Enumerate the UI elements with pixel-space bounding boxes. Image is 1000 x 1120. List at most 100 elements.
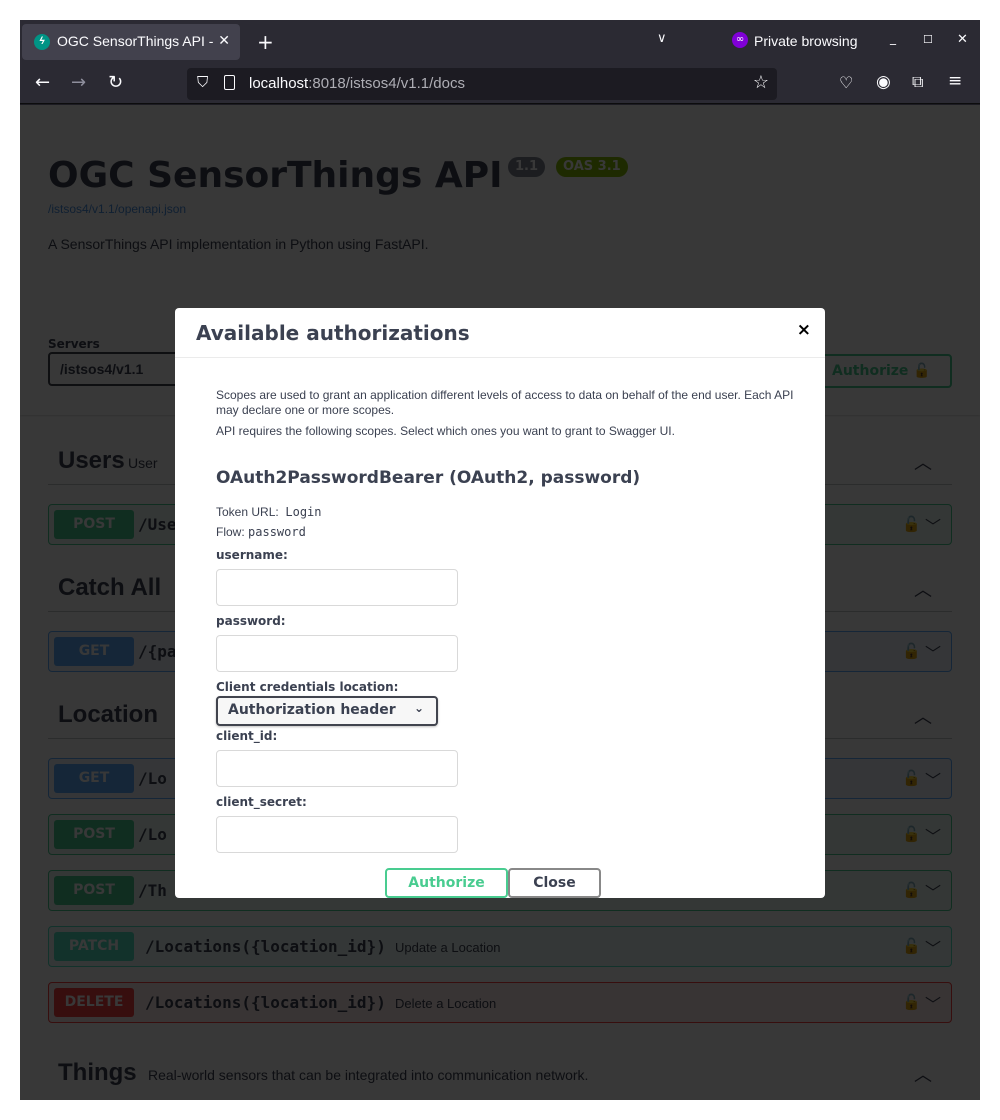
pocket-icon[interactable]: ♡ <box>839 73 853 92</box>
section-title: Catch All <box>58 574 162 601</box>
client-secret-label: client_secret: <box>216 795 307 809</box>
operation-summary: Delete a Location <box>395 996 497 1011</box>
method-badge: DELETE <box>54 988 134 1017</box>
operation-path: /Lo <box>138 825 167 844</box>
url-bar[interactable]: ⛉ localhost:8018/istsos4/v1.1/docs ☆ <box>187 68 777 100</box>
chevron-up-icon[interactable]: ︿ <box>914 1061 932 1087</box>
operation-path: /{pa <box>138 642 177 661</box>
operation-row[interactable]: PATCH/Locations({location_id}) Update a L… <box>48 926 952 967</box>
private-browsing-icon: ∞ <box>732 32 748 48</box>
flow-label: Flow: <box>216 525 245 539</box>
section-desc: Real-world sensors that can be integrate… <box>148 1067 589 1083</box>
close-window-icon[interactable]: ✕ <box>957 32 968 47</box>
lock-icon[interactable]: 🔓 <box>902 769 921 787</box>
section-desc: User <box>128 455 158 471</box>
url-path: :8018/istsos4/v1.1/docs <box>308 75 465 92</box>
minimize-icon[interactable]: _ <box>890 31 896 45</box>
username-label: username: <box>216 548 288 562</box>
method-badge: POST <box>54 510 134 539</box>
username-input[interactable] <box>216 569 458 606</box>
extensions-icon[interactable]: ⧉ <box>912 72 923 92</box>
chevron-down-icon[interactable]: ﹀ <box>925 935 941 959</box>
operation-row[interactable]: DELETE/Locations({location_id}) Delete a … <box>48 982 952 1023</box>
fastapi-favicon-icon: ϟ <box>34 34 50 50</box>
chevron-down-icon[interactable]: ﹀ <box>925 513 941 537</box>
method-badge: GET <box>54 637 134 666</box>
operation-path: /Use <box>138 515 177 534</box>
page-title: OGC SensorThings API <box>48 155 503 196</box>
scopes-text: Scopes are used to grant an application … <box>216 388 796 438</box>
account-icon[interactable]: ◉ <box>876 72 891 92</box>
lock-icon[interactable]: 🔓 <box>902 825 921 843</box>
token-url-label: Token URL: <box>216 505 279 519</box>
scopes-description: Scopes are used to grant an application … <box>216 388 794 417</box>
shield-icon[interactable]: ⛉ <box>197 74 208 91</box>
modal-header: Available authorizations × <box>175 308 825 358</box>
lock-icon[interactable]: 🔓 <box>902 937 921 955</box>
flow-value: password <box>248 525 306 539</box>
modal-authorize-button[interactable]: Authorize <box>385 868 508 898</box>
authorize-label: Authorize <box>832 363 909 379</box>
password-input[interactable] <box>216 635 458 672</box>
new-tab-icon[interactable]: + <box>257 30 274 54</box>
browser-tab[interactable]: ϟ OGC SensorThings API - ✕ <box>22 24 240 60</box>
method-badge: POST <box>54 820 134 849</box>
chevron-down-icon[interactable]: ﹀ <box>925 991 941 1015</box>
method-badge: PATCH <box>54 932 134 961</box>
lock-icon: 🔓 <box>913 363 931 379</box>
servers-label: Servers <box>48 337 100 351</box>
chevron-up-icon[interactable]: ︿ <box>914 576 932 602</box>
oas-badge: OAS 3.1 <box>556 157 628 177</box>
chevron-down-icon[interactable]: ﹀ <box>925 823 941 847</box>
scopes-requirement: API requires the following scopes. Selec… <box>216 424 675 438</box>
scheme-title: OAuth2PasswordBearer (OAuth2, password) <box>216 468 641 488</box>
lock-icon[interactable]: 🔓 <box>902 642 921 660</box>
operation-path: /Locations({location_id}) <box>145 993 386 1012</box>
operation-path: /Th <box>138 881 167 900</box>
chevron-up-icon[interactable]: ︿ <box>914 703 932 729</box>
select-value: Authorization header <box>228 702 396 718</box>
menu-icon[interactable]: ≡ <box>948 71 962 91</box>
close-icon[interactable]: × <box>797 320 811 340</box>
chevron-down-icon[interactable]: ﹀ <box>925 767 941 791</box>
section-title: Users <box>58 447 125 474</box>
auth-modal: Available authorizations × Scopes are us… <box>175 308 825 898</box>
tab-title: OGC SensorThings API - <box>57 33 214 49</box>
close-tab-icon[interactable]: ✕ <box>218 32 230 49</box>
chevron-down-icon[interactable]: ﹀ <box>925 879 941 903</box>
private-browsing-label: Private browsing <box>754 33 858 49</box>
lock-icon[interactable]: 🔓 <box>902 993 921 1011</box>
tab-list-chevron-icon[interactable]: ∨ <box>657 31 667 46</box>
section-title: Location <box>58 701 158 728</box>
lock-icon[interactable]: 🔓 <box>902 881 921 899</box>
client-credentials-location-select[interactable]: Authorization header ⌄ <box>216 696 438 726</box>
chevron-down-icon: ⌄ <box>413 701 424 715</box>
token-url-row: Token URL: Login <box>216 505 322 519</box>
section-things[interactable]: Things Real-world sensors that can be int… <box>48 1047 952 1097</box>
lock-icon[interactable]: 🔓 <box>902 515 921 533</box>
maximize-icon[interactable]: ☐ <box>923 33 933 46</box>
api-description: A SensorThings API implementation in Pyt… <box>48 236 429 252</box>
url-host: localhost <box>249 75 309 92</box>
chevron-up-icon[interactable]: ︿ <box>914 449 932 475</box>
tab-bar: ϟ OGC SensorThings API - ✕ + ∨ ∞ Private… <box>20 20 980 63</box>
client-id-input[interactable] <box>216 750 458 787</box>
client-credentials-location-label: Client credentials location: <box>216 680 399 694</box>
reload-icon[interactable]: ↻ <box>108 72 123 93</box>
section-title: Things <box>58 1059 137 1086</box>
chevron-down-icon[interactable]: ﹀ <box>925 640 941 664</box>
modal-close-button[interactable]: Close <box>508 868 601 898</box>
bookmark-star-icon[interactable]: ☆ <box>753 72 769 93</box>
client-secret-input[interactable] <box>216 816 458 853</box>
forward-icon[interactable]: → <box>71 72 86 93</box>
operation-path: /Lo <box>138 769 167 788</box>
operation-path: /Locations({location_id}) <box>145 937 386 956</box>
nav-bar: ← → ↻ ⛉ localhost:8018/istsos4/v1.1/docs… <box>20 63 980 104</box>
url-text[interactable]: localhost:8018/istsos4/v1.1/docs <box>249 75 465 92</box>
client-id-label: client_id: <box>216 729 278 743</box>
method-badge: POST <box>54 876 134 905</box>
openapi-json-link[interactable]: /istsos4/v1.1/openapi.json <box>48 202 186 216</box>
password-label: password: <box>216 614 286 628</box>
flow-row: Flow: password <box>216 525 306 539</box>
back-icon[interactable]: ← <box>35 72 50 93</box>
